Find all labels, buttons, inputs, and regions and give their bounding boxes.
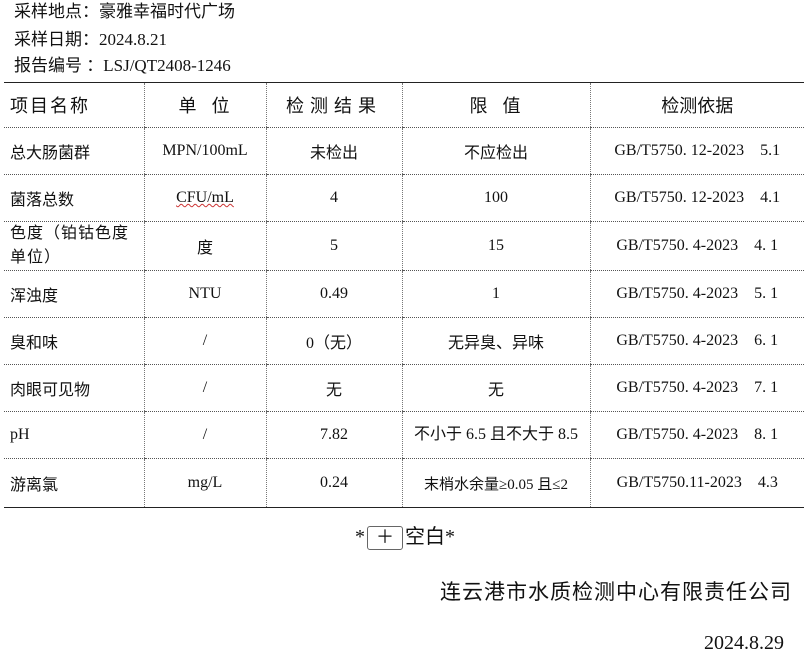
blank-right: 空白* (405, 526, 455, 548)
item-result: 5 (265, 221, 402, 271)
table-row: 色度（铂钴色度单位） 度 5 15 GB/T5750. 4-2023 4. 1 (4, 221, 804, 271)
item-name: 游离氯 (4, 458, 144, 508)
item-result: 4 (265, 174, 402, 222)
table-row: 肉眼可见物 / 无 无 GB/T5750. 4-2023 7. 1 (4, 364, 804, 412)
sampling-date: 采样日期：2024.8.21 (14, 30, 167, 49)
item-name: 总大肠菌群 (4, 127, 144, 175)
table-row: 臭和味 / 0（无） 无异臭、异味 GB/T5750. 4-2023 6. 1 (4, 317, 804, 365)
item-unit: CFU/mL (143, 174, 266, 222)
item-unit: 度 (143, 221, 266, 271)
item-method: GB/T5750.11-2023 4.3 (589, 458, 804, 508)
plus-icon[interactable]: ＋ (367, 526, 403, 551)
item-method: GB/T5750. 4-2023 8. 1 (589, 411, 804, 459)
item-limit: 不应检出 (401, 127, 590, 175)
item-method: GB/T5750. 4-2023 5. 1 (589, 270, 804, 318)
company-name: 连云港市水质检测中心有限责任公司 (440, 580, 792, 604)
item-name: 肉眼可见物 (4, 364, 144, 412)
item-method: GB/T5750. 4-2023 7. 1 (589, 364, 804, 412)
report-number: 报告编号 ：LSJ/QT2408-1246 (14, 56, 231, 75)
unit-text: CFU/mL (176, 189, 234, 206)
table-row: pH / 7.82 不小于 6.5 且不大于 8.5 GB/T5750. 4-2… (4, 411, 804, 459)
item-limit: 100 (401, 174, 590, 222)
item-unit: mg/L (143, 458, 266, 508)
blank-marker: * ＋空白* (0, 520, 810, 551)
col-header-unit: 单 位 (143, 82, 266, 128)
item-result: 未检出 (265, 127, 402, 175)
item-method: GB/T5750. 12-2023 5.1 (589, 127, 804, 175)
item-unit: / (143, 411, 266, 459)
item-unit: NTU (143, 270, 266, 318)
item-unit: / (143, 364, 266, 412)
table-row: 浑浊度 NTU 0.49 1 GB/T5750. 4-2023 5. 1 (4, 270, 804, 318)
table-row: 总大肠菌群 MPN/100mL 未检出 不应检出 GB/T5750. 12-20… (4, 127, 804, 175)
item-limit: 15 (401, 221, 590, 271)
blank-left: * (355, 526, 365, 548)
item-name: pH (4, 411, 144, 459)
item-result: 0.24 (265, 458, 402, 508)
item-unit: MPN/100mL (143, 127, 266, 175)
table-header-row: 项目名称 单 位 检测结果 限 值 检测依据 (4, 82, 804, 128)
report-date: 2024.8.29 (704, 632, 784, 654)
item-method: GB/T5750. 4-2023 4. 1 (589, 221, 804, 271)
item-method: GB/T5750. 12-2023 4.1 (589, 174, 804, 222)
item-unit: / (143, 317, 266, 365)
item-result: 无 (265, 364, 402, 412)
col-header-result: 检测结果 (265, 82, 402, 128)
item-name: 菌落总数 (4, 174, 144, 222)
col-header-item: 项目名称 (4, 82, 144, 128)
item-method: GB/T5750. 4-2023 6. 1 (589, 317, 804, 365)
item-result: 0.49 (265, 270, 402, 318)
item-result: 0（无） (265, 317, 402, 365)
item-limit: 无异臭、异味 (401, 317, 590, 365)
item-limit: 1 (401, 270, 590, 318)
item-name: 色度（铂钴色度单位） (4, 221, 144, 271)
sampling-location: 采样地点：豪雅幸福时代广场 (14, 2, 235, 21)
col-header-method: 检测依据 (589, 82, 804, 128)
item-name: 臭和味 (4, 317, 144, 365)
item-limit: 末梢水余量≥0.05 且≤2 (401, 458, 590, 508)
results-table: 项目名称 单 位 检测结果 限 值 检测依据 总大肠菌群 MPN/100mL 未… (4, 82, 804, 508)
col-header-limit: 限 值 (401, 82, 590, 128)
item-result: 7.82 (265, 411, 402, 459)
table-row: 菌落总数 CFU/mL 4 100 GB/T5750. 12-2023 4.1 (4, 174, 804, 222)
item-limit: 无 (401, 364, 590, 412)
item-name: 浑浊度 (4, 270, 144, 318)
item-limit: 不小于 6.5 且不大于 8.5 (401, 411, 590, 459)
table-row: 游离氯 mg/L 0.24 末梢水余量≥0.05 且≤2 GB/T5750.11… (4, 458, 804, 508)
